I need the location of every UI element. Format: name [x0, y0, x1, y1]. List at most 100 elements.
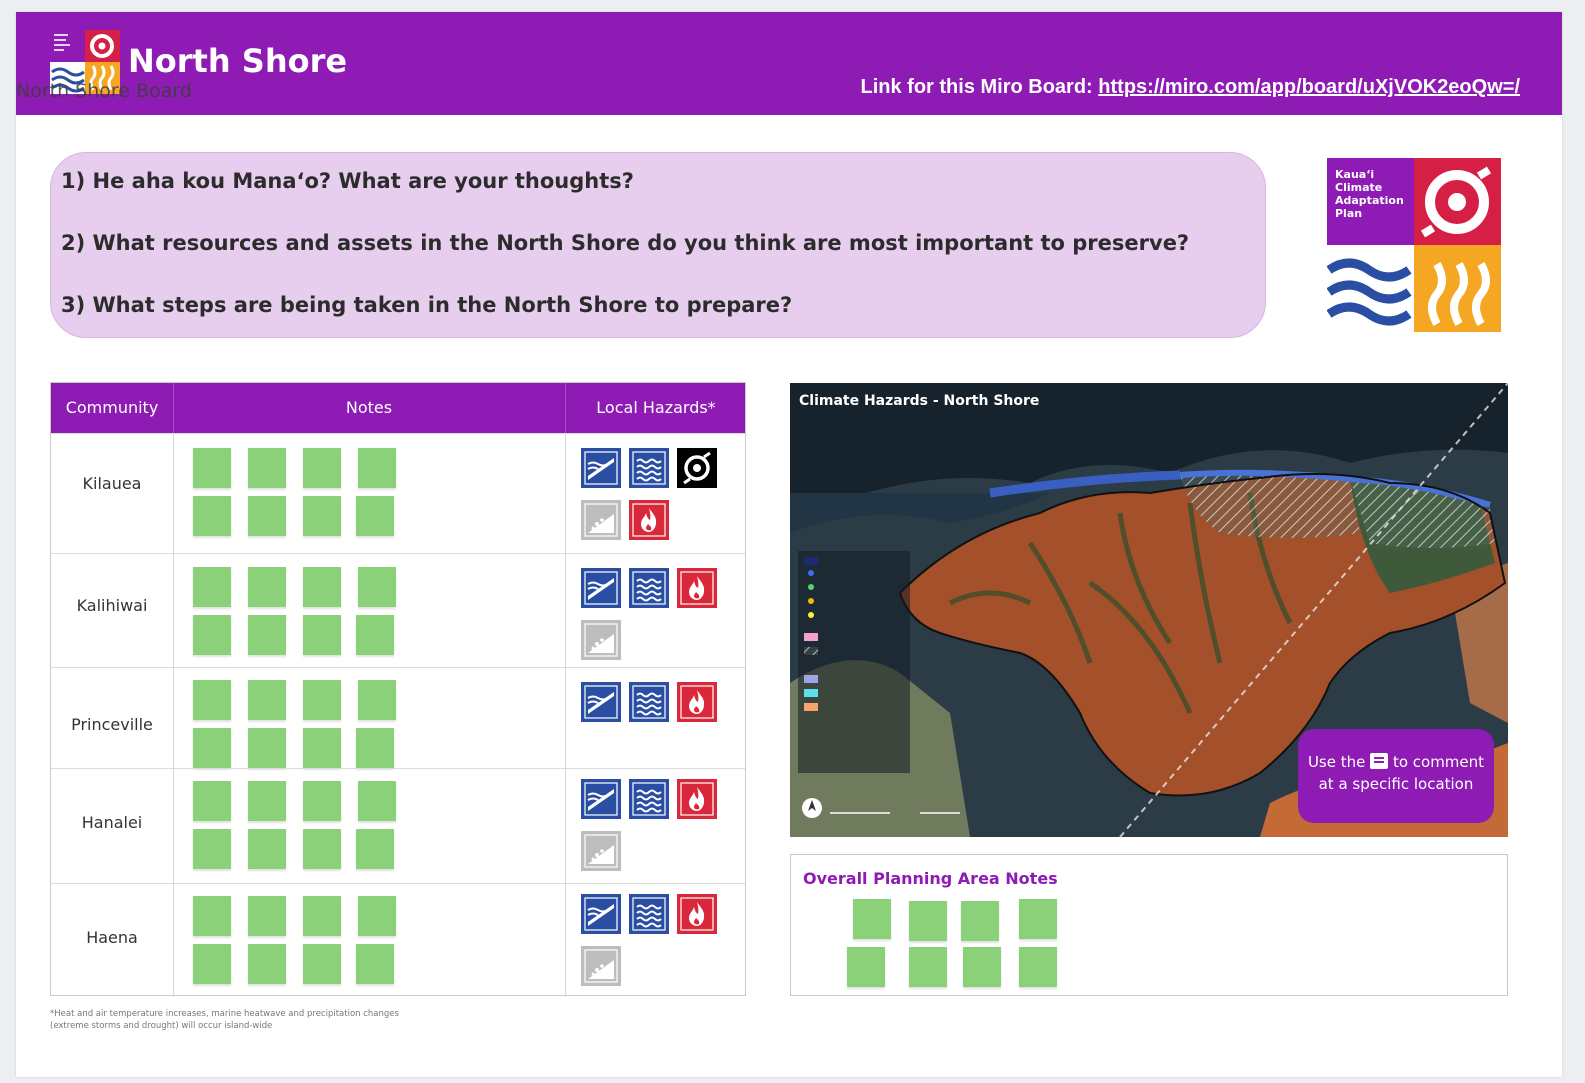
wildfire-icon: [677, 682, 717, 722]
flooding-icon: [629, 568, 669, 608]
table-row: Kalihiwai: [51, 553, 745, 667]
sticky-note[interactable]: [248, 567, 286, 607]
sticky-note[interactable]: [303, 896, 341, 936]
sticky-note[interactable]: [303, 680, 341, 720]
sticky-note[interactable]: [356, 944, 394, 984]
sticky-note[interactable]: [909, 947, 947, 987]
landslide-icon: [581, 620, 621, 660]
landslide-icon: [581, 620, 621, 660]
sticky-note[interactable]: [193, 680, 231, 720]
sticky-note[interactable]: [853, 899, 891, 939]
community-table[interactable]: Community Notes Local Hazards* Kilauea Ka…: [50, 382, 746, 997]
logo-line-1: Kaua‘i: [1335, 168, 1374, 181]
landslide-icon: [581, 831, 621, 871]
miro-board-link[interactable]: https://miro.com/app/board/uXjVOK2eoQw=/: [1098, 76, 1520, 98]
wildfire-icon: [677, 779, 717, 819]
miro-canvas[interactable]: North Shore Link for this Miro Board: ht…: [0, 0, 1585, 1083]
sticky-note[interactable]: [1019, 947, 1057, 987]
callout-text-pre: Use the: [1307, 753, 1366, 771]
wildfire-icon: [677, 568, 717, 608]
sticky-note[interactable]: [356, 728, 394, 768]
sticky-note[interactable]: [248, 728, 286, 768]
sticky-note[interactable]: [847, 947, 885, 987]
sticky-note[interactable]: [193, 781, 231, 821]
sticky-note[interactable]: [193, 567, 231, 607]
overall-notes-title: Overall Planning Area Notes: [803, 869, 1058, 888]
sticky-note[interactable]: [248, 448, 286, 488]
wildfire-icon: [629, 500, 669, 540]
question-3: 3) What steps are being taken in the Nor…: [61, 293, 793, 317]
sticky-note[interactable]: [248, 680, 286, 720]
sticky-note[interactable]: [303, 781, 341, 821]
landslide-icon: [581, 500, 621, 540]
sticky-note[interactable]: [1019, 899, 1057, 939]
sticky-note[interactable]: [248, 496, 286, 536]
landslide-icon: [581, 831, 621, 871]
question-2: 2) What resources and assets in the Nort…: [61, 231, 1190, 255]
flooding-icon: [629, 894, 669, 934]
community-name: Hanalei: [81, 813, 143, 832]
question-1: 1) He aha kou Mana‘o? What are your thou…: [61, 169, 634, 193]
map-title: Climate Hazards - North Shore: [799, 393, 1040, 409]
coastal-erosion-icon: [581, 568, 621, 608]
frame-label[interactable]: North Shore Board: [16, 80, 192, 102]
sticky-note[interactable]: [193, 615, 231, 655]
header-hazards: Local Hazards*: [596, 398, 716, 417]
wildfire-icon: [677, 682, 717, 722]
sticky-note[interactable]: [358, 781, 396, 821]
wildfire-icon: [629, 500, 669, 540]
sticky-note[interactable]: [356, 496, 394, 536]
comment-icon: [1370, 753, 1389, 769]
sticky-note[interactable]: [303, 829, 341, 869]
questions-panel[interactable]: 1) He aha kou Mana‘o? What are your thou…: [50, 152, 1266, 338]
coastal-erosion-icon: [581, 682, 621, 722]
miro-link-text: Link for this Miro Board: https://miro.c…: [861, 76, 1521, 99]
kcap-logo-icon: Kaua‘i Climate Adaptation Plan: [1327, 158, 1501, 332]
map-comment-callout: Use the to comment at a specific locatio…: [1298, 729, 1494, 823]
sticky-note[interactable]: [303, 567, 341, 607]
table-row: Kilauea: [51, 433, 745, 553]
logo-line-4: Plan: [1335, 207, 1362, 220]
sticky-note[interactable]: [248, 944, 286, 984]
flooding-icon: [629, 779, 669, 819]
coastal-erosion-icon: [581, 448, 621, 488]
landslide-icon: [581, 500, 621, 540]
sticky-note[interactable]: [303, 728, 341, 768]
sticky-note[interactable]: [303, 944, 341, 984]
sticky-note[interactable]: [358, 448, 396, 488]
sticky-note[interactable]: [248, 615, 286, 655]
sticky-note[interactable]: [303, 615, 341, 655]
sticky-note[interactable]: [193, 448, 231, 488]
sticky-note[interactable]: [303, 496, 341, 536]
sticky-note[interactable]: [909, 901, 947, 941]
board-frame[interactable]: North Shore Link for this Miro Board: ht…: [16, 12, 1562, 1077]
sticky-note[interactable]: [193, 944, 231, 984]
climate-hazards-map[interactable]: Climate Hazards - North Shore Use the to…: [790, 383, 1508, 837]
sticky-note[interactable]: [356, 829, 394, 869]
community-name: Haena: [86, 928, 138, 947]
sticky-note[interactable]: [248, 781, 286, 821]
sticky-note[interactable]: [358, 567, 396, 607]
sticky-note[interactable]: [193, 829, 231, 869]
sticky-note[interactable]: [193, 728, 231, 768]
sticky-note[interactable]: [303, 448, 341, 488]
sticky-note[interactable]: [248, 829, 286, 869]
coastal-erosion-icon: [581, 568, 621, 608]
overall-planning-notes[interactable]: Overall Planning Area Notes: [790, 854, 1508, 996]
sticky-note[interactable]: [358, 680, 396, 720]
flooding-icon: [629, 682, 669, 722]
header-divider: [565, 383, 566, 433]
sticky-note[interactable]: [193, 496, 231, 536]
sticky-note[interactable]: [193, 896, 231, 936]
miro-link-label: Link for this Miro Board:: [860, 76, 1099, 98]
sticky-note[interactable]: [961, 901, 999, 941]
sticky-note[interactable]: [248, 896, 286, 936]
sticky-note[interactable]: [358, 896, 396, 936]
flooding-icon: [629, 448, 669, 488]
hurricane-icon: [677, 448, 717, 488]
flooding-icon: [629, 779, 669, 819]
sticky-note[interactable]: [356, 615, 394, 655]
flooding-icon: [629, 448, 669, 488]
community-name: Kalihiwai: [76, 596, 148, 615]
sticky-note[interactable]: [963, 947, 1001, 987]
